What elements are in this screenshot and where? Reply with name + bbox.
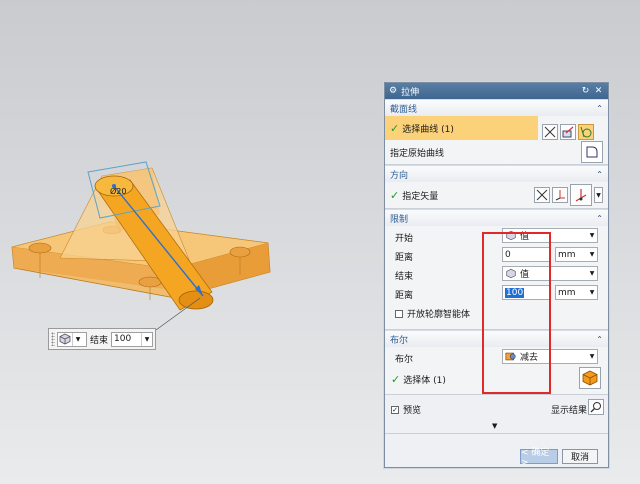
- select-body-button[interactable]: [579, 367, 601, 389]
- section-boolean: 布尔 ⌃ 布尔 减去 ▼ ✓ 选择体 (1): [385, 330, 608, 395]
- check-icon: ✓: [390, 188, 400, 202]
- value-mode-icon: [59, 333, 71, 345]
- ok-button[interactable]: < 确定 >: [520, 448, 558, 468]
- vector-row[interactable]: ✓ 指定矢量 ▼: [385, 182, 608, 208]
- subtract-icon: [505, 352, 516, 361]
- show-result-label: 显示结果: [551, 406, 588, 416]
- start-mode-select[interactable]: 值 ▼: [502, 228, 598, 243]
- origin-curve-button[interactable]: [581, 141, 603, 163]
- start-unit-select[interactable]: mm ▼: [555, 247, 598, 262]
- section-curve-title: 截面线: [390, 104, 418, 115]
- end-distance-input[interactable]: 100: [502, 285, 550, 300]
- vector-inference-icon[interactable]: [570, 184, 592, 206]
- section-limits: 限制 ⌃ 开始 值 ▼ 距离 0 mm ▼ 结束 值 ▼ 距离 100 mm ▼: [385, 209, 608, 330]
- onscreen-mode-select[interactable]: ▼: [57, 331, 87, 347]
- chevron-up-icon[interactable]: ⌃: [596, 104, 603, 113]
- chevron-up-icon[interactable]: ⌃: [596, 170, 603, 179]
- end-unit-text: mm: [558, 287, 576, 298]
- chevron-down-icon: ▼: [72, 332, 83, 346]
- end-distance-label: 距离: [395, 291, 414, 301]
- boolean-select[interactable]: 减去 ▼: [502, 349, 598, 364]
- section-boolean-header[interactable]: 布尔 ⌃: [385, 330, 608, 347]
- value-mode-icon: [506, 268, 516, 279]
- reset-icon[interactable]: ↻: [580, 86, 591, 97]
- end-label: 结束: [395, 272, 414, 282]
- end-distance-value: 100: [505, 287, 525, 298]
- check-icon: ✓: [391, 373, 401, 386]
- origin-curve-row: 指定原始曲线: [385, 140, 608, 164]
- preview-row[interactable]: ✓ 预览: [391, 403, 421, 416]
- dimension-label: Ø20: [110, 186, 126, 196]
- magnifier-icon: [590, 402, 601, 413]
- origin-curve-label: 指定原始曲线: [390, 148, 445, 159]
- section-limits-title: 限制: [390, 214, 409, 225]
- vector-constructor-icon[interactable]: [552, 187, 568, 203]
- vector-label: 指定矢量: [402, 191, 439, 202]
- section-boolean-title: 布尔: [390, 335, 409, 346]
- open-profile-checkbox[interactable]: [395, 309, 403, 318]
- section-direction: 方向 ⌃ ✓ 指定矢量 ▼: [385, 165, 608, 209]
- drag-grip-icon[interactable]: [51, 332, 55, 346]
- chevron-down-icon: ▼: [589, 232, 595, 239]
- end-mode-select[interactable]: 值 ▼: [502, 266, 598, 281]
- curve-rule-icon[interactable]: [542, 124, 558, 140]
- chevron-up-icon[interactable]: ⌃: [596, 335, 603, 344]
- curve-select-icon[interactable]: [578, 124, 594, 140]
- solid-body-icon: [582, 370, 598, 386]
- select-curve-row[interactable]: ✓ 选择曲线 (1): [385, 116, 538, 140]
- start-distance-label: 距离: [395, 253, 414, 263]
- open-profile-label: 开放轮廓智能体: [407, 310, 471, 320]
- cancel-button[interactable]: 取消: [562, 449, 598, 464]
- end-unit-select[interactable]: mm ▼: [555, 285, 598, 300]
- section-curve: 截面线 ⌃ ✓ 选择曲线 (1) 指定原始曲线: [385, 99, 608, 165]
- chevron-down-icon: ▼: [141, 332, 152, 346]
- chevron-down-icon: ▼: [589, 251, 595, 258]
- chevron-up-icon[interactable]: ⌃: [596, 214, 603, 223]
- curve-corner-icon: [586, 146, 598, 158]
- show-result-button[interactable]: [588, 399, 604, 415]
- dialog-titlebar[interactable]: ⚙ 拉伸 ↻ ✕: [385, 83, 608, 99]
- section-curve-header[interactable]: 截面线 ⌃: [385, 99, 608, 116]
- chevron-down-icon[interactable]: ▼: [594, 187, 603, 203]
- select-body-row[interactable]: ✓ 选择体 (1): [391, 373, 446, 386]
- onscreen-end-value-text: 100: [114, 334, 132, 344]
- section-direction-title: 方向: [390, 170, 409, 181]
- gear-icon: ⚙: [389, 86, 398, 96]
- onscreen-end-input: ▼ 结束 100 ▼: [48, 328, 156, 350]
- end-mode-text: 值: [520, 270, 530, 280]
- start-label: 开始: [395, 234, 414, 244]
- section-preview: ✓ 预览 显示结果 ▼: [385, 395, 608, 434]
- onscreen-end-label: 结束: [90, 335, 109, 346]
- preview-label: 预览: [403, 406, 422, 416]
- chevron-down-icon: ▼: [589, 353, 595, 360]
- onscreen-end-value[interactable]: 100 ▼: [111, 331, 154, 347]
- start-mode-text: 值: [520, 232, 530, 242]
- select-curve-label: 选择曲线 (1): [402, 124, 454, 135]
- check-icon: ✓: [390, 121, 400, 135]
- close-icon[interactable]: ✕: [593, 86, 604, 97]
- value-mode-icon: [506, 230, 516, 241]
- chevron-down-icon: ▼: [589, 270, 595, 277]
- more-chevron-icon[interactable]: ▼: [492, 422, 497, 430]
- extrude-dialog: ⚙ 拉伸 ↻ ✕ 截面线 ⌃ ✓ 选择曲线 (1) 指定原始曲线 方向 ⌃ ✓ …: [384, 82, 609, 468]
- start-unit-text: mm: [558, 249, 576, 260]
- section-limits-header[interactable]: 限制 ⌃: [385, 209, 608, 226]
- sketch-section-icon[interactable]: [560, 124, 576, 140]
- curve-tools: [540, 124, 594, 140]
- reverse-direction-icon[interactable]: [534, 187, 550, 203]
- preview-checkbox[interactable]: ✓: [391, 405, 399, 414]
- start-distance-input[interactable]: 0: [502, 247, 550, 262]
- select-body-label: 选择体 (1): [403, 376, 446, 386]
- section-direction-header[interactable]: 方向 ⌃: [385, 165, 608, 182]
- open-profile-row[interactable]: 开放轮廓智能体: [395, 307, 470, 320]
- chevron-down-icon: ▼: [589, 289, 595, 296]
- boolean-value-text: 减去: [520, 353, 539, 363]
- start-distance-value: 0: [505, 249, 511, 260]
- boolean-label: 布尔: [395, 355, 414, 365]
- dialog-title: 拉伸: [401, 87, 420, 98]
